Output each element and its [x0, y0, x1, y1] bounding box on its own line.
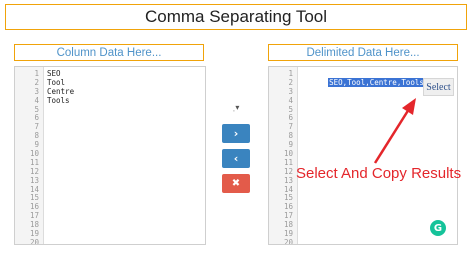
grammarly-icon[interactable]: G	[430, 220, 446, 236]
annotation-arrow-shaft	[373, 108, 411, 164]
grammarly-icon-letter: G	[433, 222, 443, 234]
annotation-text: Select And Copy Results	[296, 165, 462, 182]
annotation-arrow-head	[402, 98, 416, 115]
annotation-arrow-icon	[373, 98, 416, 164]
